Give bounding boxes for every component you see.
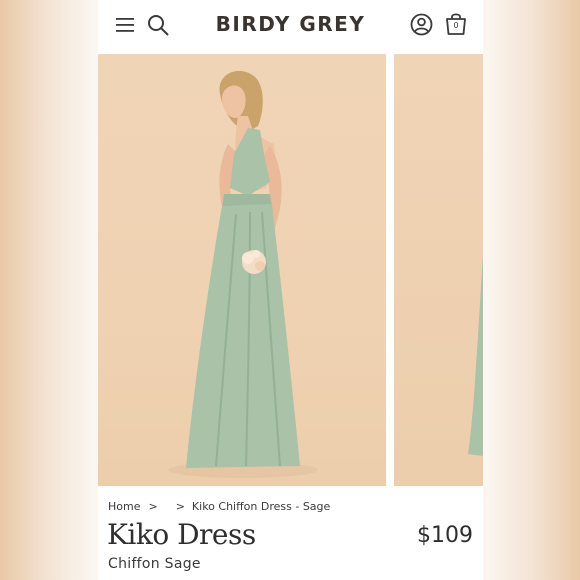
- bag-count-badge: 0: [453, 21, 459, 30]
- model-photo-illustration: [168, 70, 318, 478]
- hamburger-menu-icon[interactable]: [116, 17, 134, 33]
- breadcrumb: Home > > Kiko Chiffon Dress - Sage: [108, 500, 330, 513]
- search-icon[interactable]: [147, 14, 169, 36]
- product-image-main[interactable]: [98, 54, 386, 486]
- account-icon[interactable]: [410, 13, 433, 36]
- next-photo-illustration: [468, 254, 483, 456]
- breadcrumb-current[interactable]: Kiko Chiffon Dress - Sage: [192, 500, 330, 513]
- shopping-bag-button[interactable]: 0: [445, 11, 467, 36]
- product-info: Home > > Kiko Chiffon Dress - Sage Kiko …: [98, 486, 483, 580]
- product-image-next[interactable]: [394, 54, 483, 486]
- breadcrumb-separator: >: [148, 500, 158, 513]
- breadcrumb-separator: >: [175, 500, 185, 513]
- breadcrumb-home[interactable]: Home: [108, 500, 140, 513]
- product-title: Kiko Dress: [107, 518, 256, 551]
- site-header: BIRDY GREY 0: [98, 0, 483, 52]
- phone-screen: BIRDY GREY 0 Home > > Kiko Chiffon Dress…: [98, 0, 483, 580]
- product-variant: Chiffon Sage: [108, 556, 201, 572]
- product-price: $109: [417, 523, 473, 548]
- brand-logo[interactable]: BIRDY GREY: [208, 12, 373, 36]
- product-image-carousel[interactable]: [98, 54, 483, 486]
